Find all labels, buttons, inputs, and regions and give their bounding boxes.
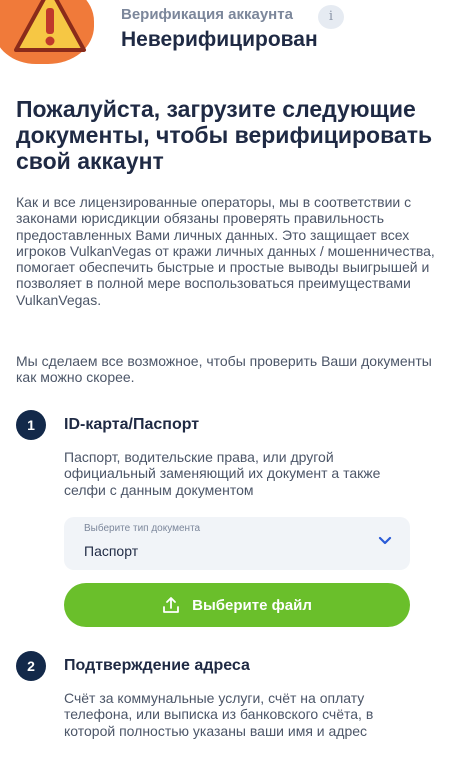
step-number-2: 2 xyxy=(16,651,46,681)
choose-file-button[interactable]: Выберите файл xyxy=(64,583,410,627)
step-description-id: Паспорт, водительские права, или другой … xyxy=(64,449,381,498)
choose-file-label: Выберите файл xyxy=(192,596,312,614)
intro-text: Как и все лицензированные операторы, мы … xyxy=(16,194,435,308)
chevron-down-icon xyxy=(378,536,392,545)
info-icon[interactable]: i xyxy=(318,5,344,29)
step-title-address: Подтверждение адреса xyxy=(64,657,250,674)
step-number-1: 1 xyxy=(16,410,46,440)
verification-status-value: Неверифицирован xyxy=(121,28,318,51)
warning-icon xyxy=(14,0,86,52)
document-type-value: Паспорт xyxy=(84,543,139,559)
upload-icon xyxy=(163,597,180,613)
step-description-address: Счёт за коммунальные услуги, счёт на опл… xyxy=(64,690,374,739)
step-title-id: ID-карта/Паспорт xyxy=(64,416,200,433)
document-type-label: Выберите тип документа xyxy=(84,523,201,534)
page-title: Пожалуйста, загрузите следующие документ… xyxy=(16,96,433,174)
promise-text: Мы сделаем все возможное, чтобы проверит… xyxy=(16,353,432,386)
document-type-select[interactable]: Выберите тип документа Паспорт xyxy=(64,517,410,570)
verification-header: Верификация аккаунта i Неверифицирован xyxy=(0,0,450,70)
verification-status-title: Верификация аккаунта xyxy=(121,6,293,23)
